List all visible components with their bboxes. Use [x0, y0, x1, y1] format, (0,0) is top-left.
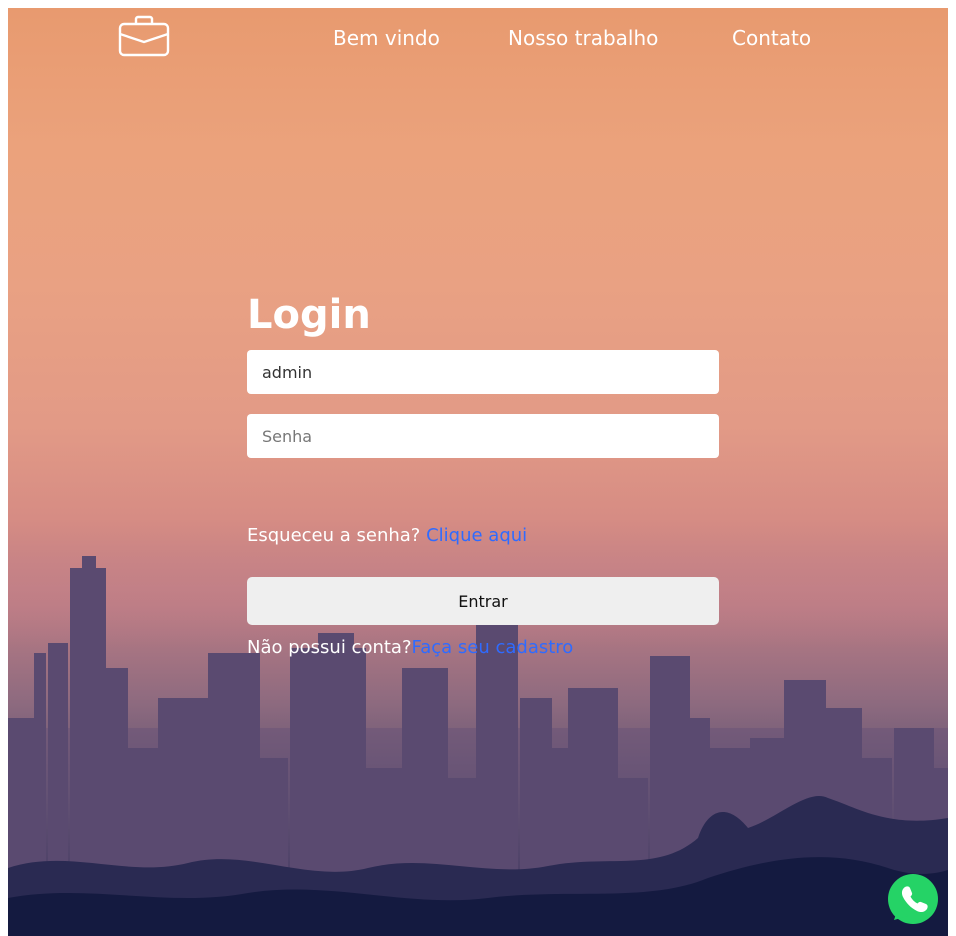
signup-link[interactable]: Faça seu cadastro [412, 637, 574, 658]
login-title: Login [247, 292, 371, 338]
username-field[interactable] [247, 350, 719, 394]
forgot-password-link[interactable]: Clique aqui [426, 525, 527, 546]
nav-link-nosso-trabalho[interactable]: Nosso trabalho [508, 26, 658, 54]
page-background: Bem vindo Nosso trabalho Contato Login E… [8, 8, 948, 936]
login-submit-button[interactable]: Entrar [247, 577, 719, 625]
password-field[interactable] [247, 414, 719, 458]
briefcase-icon[interactable] [116, 14, 172, 58]
forgot-password-row: Esqueceu a senha? Clique aqui [247, 525, 527, 546]
nav-link-bem-vindo[interactable]: Bem vindo [333, 26, 440, 54]
nav-link-contato[interactable]: Contato [732, 26, 811, 54]
forgot-password-text: Esqueceu a senha? [247, 525, 421, 546]
whatsapp-icon[interactable] [886, 872, 940, 926]
signup-row: Não possui conta?Faça seu cadastro [247, 637, 573, 658]
signup-text: Não possui conta? [247, 637, 412, 658]
